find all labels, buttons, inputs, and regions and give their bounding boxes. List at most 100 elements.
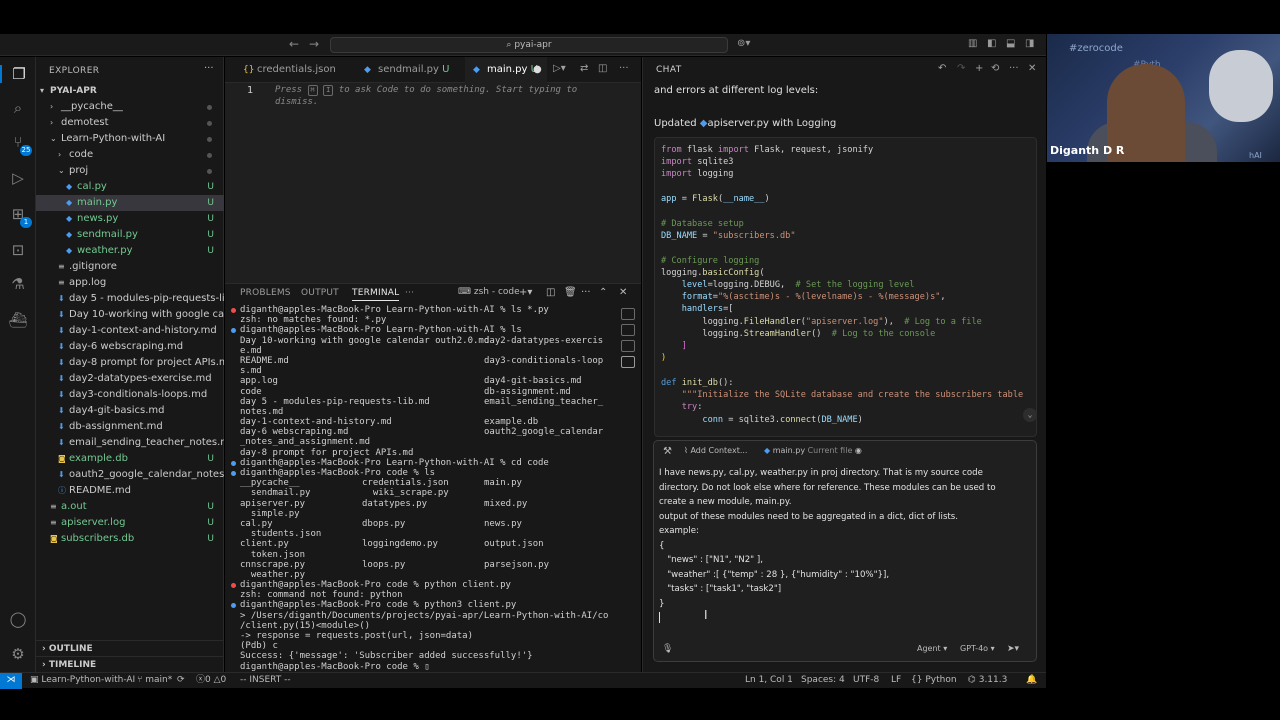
file-tree-item[interactable]: ⌄ proj — [36, 163, 224, 179]
terminal-instance-icon[interactable] — [621, 324, 635, 336]
file-tree-item[interactable]: ⬇ day4-git-basics.md — [36, 403, 224, 419]
git-branch[interactable]: ⑂ main* — [137, 673, 172, 688]
file-tree-item[interactable]: ⬇ db-assignment.md — [36, 419, 224, 435]
account-icon[interactable]: ◯ — [0, 610, 36, 628]
file-tree-item[interactable]: ◆ weather.py U — [36, 243, 224, 259]
file-tree-item[interactable]: ⬇ Day 10-working with google calen... — [36, 307, 224, 323]
source-control-icon[interactable]: ⑂ 25 — [0, 133, 36, 156]
line-ending[interactable]: LF — [891, 673, 901, 688]
file-tree-item[interactable]: ⬇ day3-conditionals-loops.md — [36, 387, 224, 403]
file-tree-item[interactable]: ⬇ day-8 prompt for project APIs.md — [36, 355, 224, 371]
problems-indicator[interactable]: ⓧ0 △0 — [196, 673, 226, 688]
notifications-bell-icon[interactable]: 🔔 — [1026, 673, 1037, 688]
layout-icon[interactable]: ▥ — [968, 38, 977, 49]
run-debug-icon[interactable]: ▷ — [0, 169, 36, 187]
close-icon[interactable]: ✕ — [1028, 63, 1036, 74]
explorer-root[interactable]: ▾ PYAI-APR — [36, 83, 224, 99]
tab-terminal[interactable]: TERMINAL — [352, 288, 400, 301]
microphone-icon[interactable]: 🎙 — [662, 644, 673, 654]
terminal-output[interactable]: diganth@apples-MacBook-Pro Learn-Python-… — [231, 305, 609, 673]
command-center[interactable]: ⌕ pyai-apr — [330, 37, 728, 53]
file-tree-item[interactable]: ⬇ day 5 - modules-pip-requests-lib.... — [36, 291, 224, 307]
extensions-icon[interactable]: ⊞ 1 — [0, 205, 36, 228]
toggle-secondary-sidebar-icon[interactable]: ◨ — [1025, 38, 1034, 49]
file-tree-item[interactable]: ◆ sendmail.py U — [36, 227, 224, 243]
back-icon[interactable]: ← — [289, 37, 299, 51]
split-editor-icon[interactable]: ◫ — [598, 63, 607, 74]
toggle-sidebar-icon[interactable]: ◧ — [987, 38, 996, 49]
terminal-shell-selector[interactable]: ⌨ zsh - code — [458, 287, 520, 297]
file-tree-item[interactable]: ≡ a.out U — [36, 499, 224, 515]
tab-output[interactable]: OUTPUT — [301, 288, 339, 298]
terminal-instance-icon[interactable] — [621, 340, 635, 352]
file-tree-item[interactable]: ≡ .gitignore — [36, 259, 224, 275]
more-actions-icon[interactable]: ··· — [1009, 63, 1019, 74]
scroll-down-icon[interactable]: ⌄ — [1023, 408, 1036, 422]
file-tree-item[interactable]: ◆ news.py U — [36, 211, 224, 227]
gear-icon[interactable]: ⚙ — [0, 645, 36, 663]
code-block[interactable]: from flask import Flask, request, jsonif… — [654, 137, 1037, 437]
file-tree-item[interactable]: ◆ cal.py U — [36, 179, 224, 195]
tab-main-py[interactable]: ◆ main.py U ● — [465, 57, 547, 83]
history-icon[interactable]: + — [975, 63, 983, 74]
unsaved-dot-icon[interactable]: ● — [533, 57, 542, 83]
terminal-instance-icon[interactable] — [621, 356, 635, 368]
timeline-section[interactable]: › TIMELINE — [36, 656, 224, 672]
mode-selector[interactable]: Agent ▾ — [917, 644, 947, 653]
file-tree-item[interactable]: ≡ app.log — [36, 275, 224, 291]
close-icon[interactable]: ✕ — [619, 287, 627, 298]
file-tree-item[interactable]: ⓘ README.md — [36, 483, 224, 499]
add-context-button[interactable]: ⌇ Add Context... — [684, 446, 747, 455]
toggle-panel-icon[interactable]: ⬓ — [1006, 38, 1015, 49]
file-tree-item[interactable]: ◆ main.py U — [36, 195, 224, 211]
testing-icon[interactable]: ⚗ — [0, 275, 36, 293]
file-tree-item[interactable]: ⬇ day-1-context-and-history.md — [36, 323, 224, 339]
forward-icon[interactable]: → — [309, 37, 319, 51]
language-mode[interactable]: {} Python — [911, 673, 957, 688]
undo-icon[interactable]: ↶ — [938, 63, 946, 74]
maximize-panel-icon[interactable]: ⌃ — [599, 287, 607, 298]
file-tree-item[interactable]: ◙ subscribers.db U — [36, 531, 224, 547]
tab-credentials-json[interactable]: {} credentials.json — [235, 57, 350, 83]
more-actions-icon[interactable]: ··· — [204, 63, 214, 74]
tab-sendmail-py[interactable]: ◆ sendmail.py U — [356, 57, 466, 83]
restore-icon[interactable]: ⟲ — [991, 63, 999, 74]
file-tree-item[interactable]: › demotest — [36, 115, 224, 131]
tools-icon[interactable]: ⚒ — [663, 446, 672, 457]
file-tree-item[interactable]: ⬇ email_sending_teacher_notes.md — [36, 435, 224, 451]
current-file-chip[interactable]: ◆ main.py Current file ◉ — [764, 446, 862, 455]
file-tree-item[interactable]: ⬇ oauth2_google_calendar_notes_a... — [36, 467, 224, 483]
file-tree-item[interactable]: ⬇ day2-datatypes-exercise.md — [36, 371, 224, 387]
updated-file-link[interactable]: apiserver.py — [707, 118, 768, 129]
split-terminal-icon[interactable]: ◫ — [546, 287, 555, 298]
python-interpreter[interactable]: ⌬ 3.11.3 — [968, 673, 1007, 688]
more-actions-icon[interactable]: ··· — [619, 63, 629, 74]
docker-icon[interactable]: ⛴ — [0, 311, 36, 329]
panel-more-icon[interactable]: ··· — [405, 288, 414, 298]
redo-icon[interactable]: ↷ — [957, 63, 965, 74]
file-tree-item[interactable]: ⬇ day-6 webscraping.md — [36, 339, 224, 355]
model-selector[interactable]: GPT-4o ▾ — [960, 644, 995, 653]
file-tree-item[interactable]: › __pycache__ — [36, 99, 224, 115]
sync-icon[interactable]: ⟳ — [177, 673, 185, 688]
workspace-indicator[interactable]: ▣ Learn-Python-with-AI — [30, 673, 135, 688]
more-actions-icon[interactable]: ··· — [581, 287, 591, 298]
explorer-icon[interactable]: ❐ — [0, 65, 36, 83]
compare-icon[interactable]: ⇄ — [580, 63, 588, 74]
new-terminal-icon[interactable]: +▾ — [519, 287, 532, 298]
file-tree-item[interactable]: ≡ apiserver.log U — [36, 515, 224, 531]
file-tree-item[interactable]: ◙ example.db U — [36, 451, 224, 467]
encoding[interactable]: UTF-8 — [853, 673, 879, 688]
chat-input-box[interactable]: ⚒ ⌇ Add Context... ◆ main.py Current fil… — [653, 440, 1037, 662]
file-tree-item[interactable]: ⌄ Learn-Python-with-AI — [36, 131, 224, 147]
run-icon[interactable]: ▷▾ — [553, 63, 566, 74]
trash-icon[interactable]: 🗑 — [564, 287, 577, 298]
cursor-position[interactable]: Ln 1, Col 1 — [745, 673, 793, 688]
file-tree-item[interactable]: › code — [36, 147, 224, 163]
indentation[interactable]: Spaces: 4 — [801, 673, 845, 688]
outline-section[interactable]: › OUTLINE — [36, 640, 224, 656]
terminal-instance-icon[interactable] — [621, 308, 635, 320]
copilot-icon[interactable]: ⊚▾ — [737, 38, 750, 49]
remote-explorer-icon[interactable]: ⊡ — [0, 241, 36, 259]
remote-icon[interactable]: ⋊ — [0, 673, 22, 689]
